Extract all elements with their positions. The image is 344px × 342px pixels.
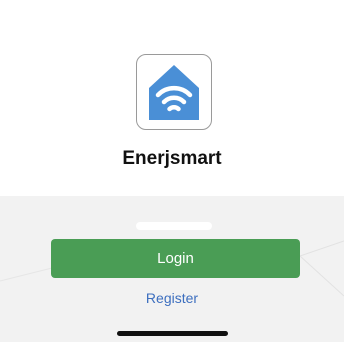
home-indicator (117, 331, 228, 336)
login-button[interactable]: Login (51, 239, 300, 278)
decorative-pill (136, 222, 212, 230)
app-logo (136, 54, 212, 130)
app-title: Enerjsmart (122, 148, 222, 169)
register-link[interactable]: Register (146, 290, 198, 306)
register-container: Register (0, 290, 344, 306)
house-wifi-icon (149, 65, 199, 120)
